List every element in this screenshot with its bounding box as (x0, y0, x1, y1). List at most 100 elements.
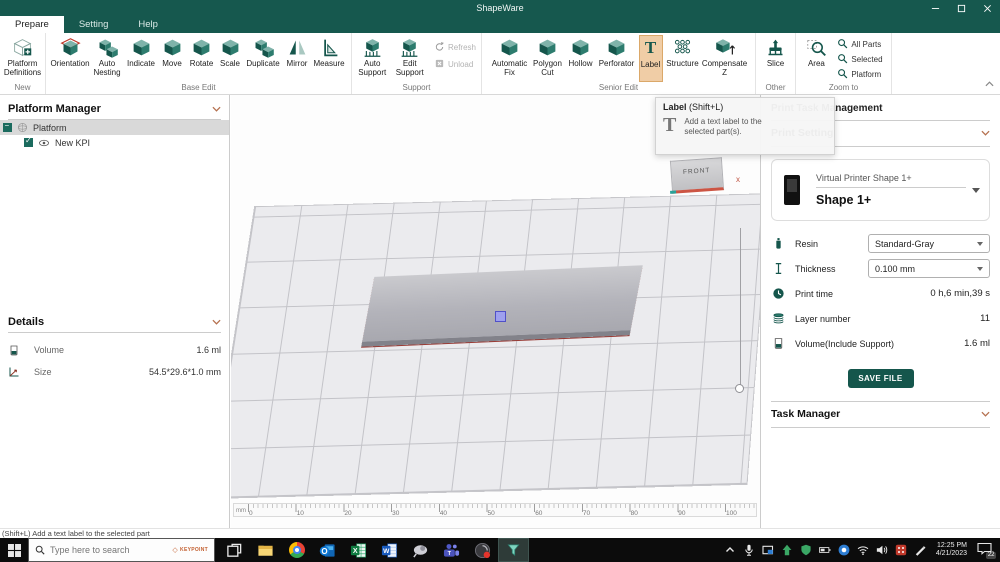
clock-date: 4/21/2023 (936, 550, 967, 558)
thickness-icon (771, 262, 786, 275)
task-manager-collapse-icon[interactable] (981, 411, 990, 417)
wifi-icon[interactable] (857, 544, 869, 556)
notification-center-icon[interactable]: 22 (977, 542, 995, 558)
indicate-button[interactable]: Indicate (126, 35, 156, 82)
group-label-new: New (3, 82, 42, 94)
details-collapse-icon[interactable] (212, 319, 221, 325)
file-explorer-icon[interactable] (250, 538, 281, 562)
blue-circle-icon[interactable] (838, 544, 850, 556)
scale-button[interactable]: Scale (218, 35, 242, 82)
polygon-cut-button[interactable]: Polygon Cut (532, 35, 564, 82)
tab-setting[interactable]: Setting (64, 16, 124, 33)
close-button[interactable] (974, 0, 1000, 16)
snip-icon[interactable] (762, 544, 774, 556)
auto-support-button[interactable]: Auto Support (355, 35, 389, 82)
visibility-eye-icon[interactable] (38, 137, 50, 149)
duplicate-button[interactable]: Duplicate (245, 35, 281, 82)
refresh-button[interactable]: Refresh (434, 41, 476, 54)
right-panel: Print Task Management Print Setting Virt… (760, 95, 1000, 528)
volume-icon[interactable] (876, 544, 888, 556)
word-icon[interactable]: W (374, 538, 405, 562)
hollow-icon (570, 35, 591, 60)
automatic-fix-button[interactable]: Automatic Fix (491, 35, 529, 82)
label-button[interactable]: TLabel (639, 35, 663, 82)
hollow-button[interactable]: Hollow (567, 35, 595, 82)
zoom-platform-icon (837, 68, 848, 81)
shapeware-icon[interactable] (498, 538, 529, 562)
edit-support-button[interactable]: Edit Support (392, 35, 426, 82)
printer-selector[interactable]: Virtual Printer Shape 1+ Shape 1+ (771, 159, 990, 221)
print-setting-collapse-icon[interactable] (981, 130, 990, 136)
viewport-3d[interactable]: FRONT x mm 0102030405060708090100 (231, 95, 760, 528)
model-selection-handle[interactable] (495, 311, 506, 322)
zoom-platform-button[interactable]: Platform (837, 68, 882, 81)
battery-icon[interactable] (819, 544, 831, 556)
screen-recorder-icon[interactable] (467, 538, 498, 562)
snip-sketch-icon[interactable] (405, 538, 436, 562)
ribbon-group-zoom-to: Area All Parts Selected Platform Zoom to (796, 33, 892, 94)
zoom-all-parts-button[interactable]: All Parts (837, 38, 882, 51)
measure-icon (319, 35, 340, 60)
area-button[interactable]: Area (802, 35, 830, 82)
thickness-select[interactable]: 0.100 mm (868, 259, 990, 278)
ribbon-collapse-icon[interactable] (985, 74, 994, 92)
microphone-icon[interactable] (743, 544, 755, 556)
tab-help[interactable]: Help (123, 16, 173, 33)
taskbar-search[interactable]: KEYPOINT (28, 538, 215, 562)
tree-expander-icon[interactable] (3, 123, 12, 132)
slice-button[interactable]: Slice (761, 35, 791, 82)
volume-value: 1.6 ml (196, 345, 221, 355)
move-button[interactable]: Move (159, 35, 185, 82)
platform-definitions-icon (12, 35, 33, 60)
red-grid-icon[interactable] (895, 544, 907, 556)
excel-icon[interactable]: X (343, 538, 374, 562)
shield-icon[interactable] (800, 544, 812, 556)
group-label-support: Support (355, 82, 478, 94)
ruler-tick-label: 0 (249, 510, 253, 517)
ruler: mm 0102030405060708090100 (233, 503, 757, 517)
perforator-button[interactable]: Perforator (598, 35, 636, 82)
rotate-button[interactable]: Rotate (188, 35, 215, 82)
height-indicator-handle[interactable] (735, 384, 744, 393)
tree-item-new-kpi[interactable]: New KPI (0, 135, 229, 150)
save-file-button[interactable]: SAVE FILE (848, 369, 914, 388)
teams-icon[interactable]: T (436, 538, 467, 562)
ribbon-group-senior-edit: Automatic Fix Polygon Cut Hollow Perfora… (482, 33, 756, 94)
maximize-button[interactable] (948, 0, 974, 16)
chevron-up-icon[interactable] (724, 544, 736, 556)
auto-nesting-button[interactable]: Auto Nesting (91, 35, 123, 82)
ruler-unit: mm (236, 508, 246, 514)
orientation-button[interactable]: Orientation (52, 35, 88, 82)
layers-icon (771, 312, 786, 325)
chrome-icon[interactable] (281, 538, 312, 562)
view-cube[interactable]: FRONT (670, 157, 724, 194)
outlook-icon[interactable]: O (312, 538, 343, 562)
printer-dropdown-icon[interactable] (972, 188, 980, 193)
minimize-button[interactable] (922, 0, 948, 16)
zoom-selected-button[interactable]: Selected (837, 53, 882, 66)
task-view-icon[interactable] (219, 538, 250, 562)
mirror-button[interactable]: Mirror (284, 35, 310, 82)
print-time-value: 0 h,6 min,39 s (930, 288, 990, 299)
tree-item-platform[interactable]: Platform (0, 120, 229, 135)
measure-button[interactable]: Measure (313, 35, 345, 82)
green-arrow-icon[interactable] (781, 544, 793, 556)
height-indicator-line (740, 228, 741, 385)
task-manager-title: Task Manager (771, 408, 840, 420)
platform-definitions-button[interactable]: Platform Definitions (3, 35, 42, 82)
group-label-other: Other (759, 82, 792, 94)
clock-time: 12:25 PM (936, 542, 967, 550)
taskbar-clock[interactable]: 12:25 PM 4/21/2023 (933, 542, 970, 558)
resin-select[interactable]: Standard-Gray (868, 234, 990, 253)
tab-prepare[interactable]: Prepare (0, 16, 64, 33)
start-button[interactable] (0, 538, 28, 562)
model-slab[interactable] (361, 265, 643, 347)
unload-button[interactable]: Unload (434, 58, 476, 71)
pen-icon[interactable] (914, 544, 926, 556)
kpi-checkbox[interactable] (24, 138, 33, 147)
structure-button[interactable]: Structure (666, 35, 700, 82)
platform-manager-collapse-icon[interactable] (212, 106, 221, 112)
compensate-z-button[interactable]: Compensate Z (703, 35, 747, 82)
search-input[interactable] (50, 545, 150, 555)
size-axes-icon (8, 366, 20, 378)
